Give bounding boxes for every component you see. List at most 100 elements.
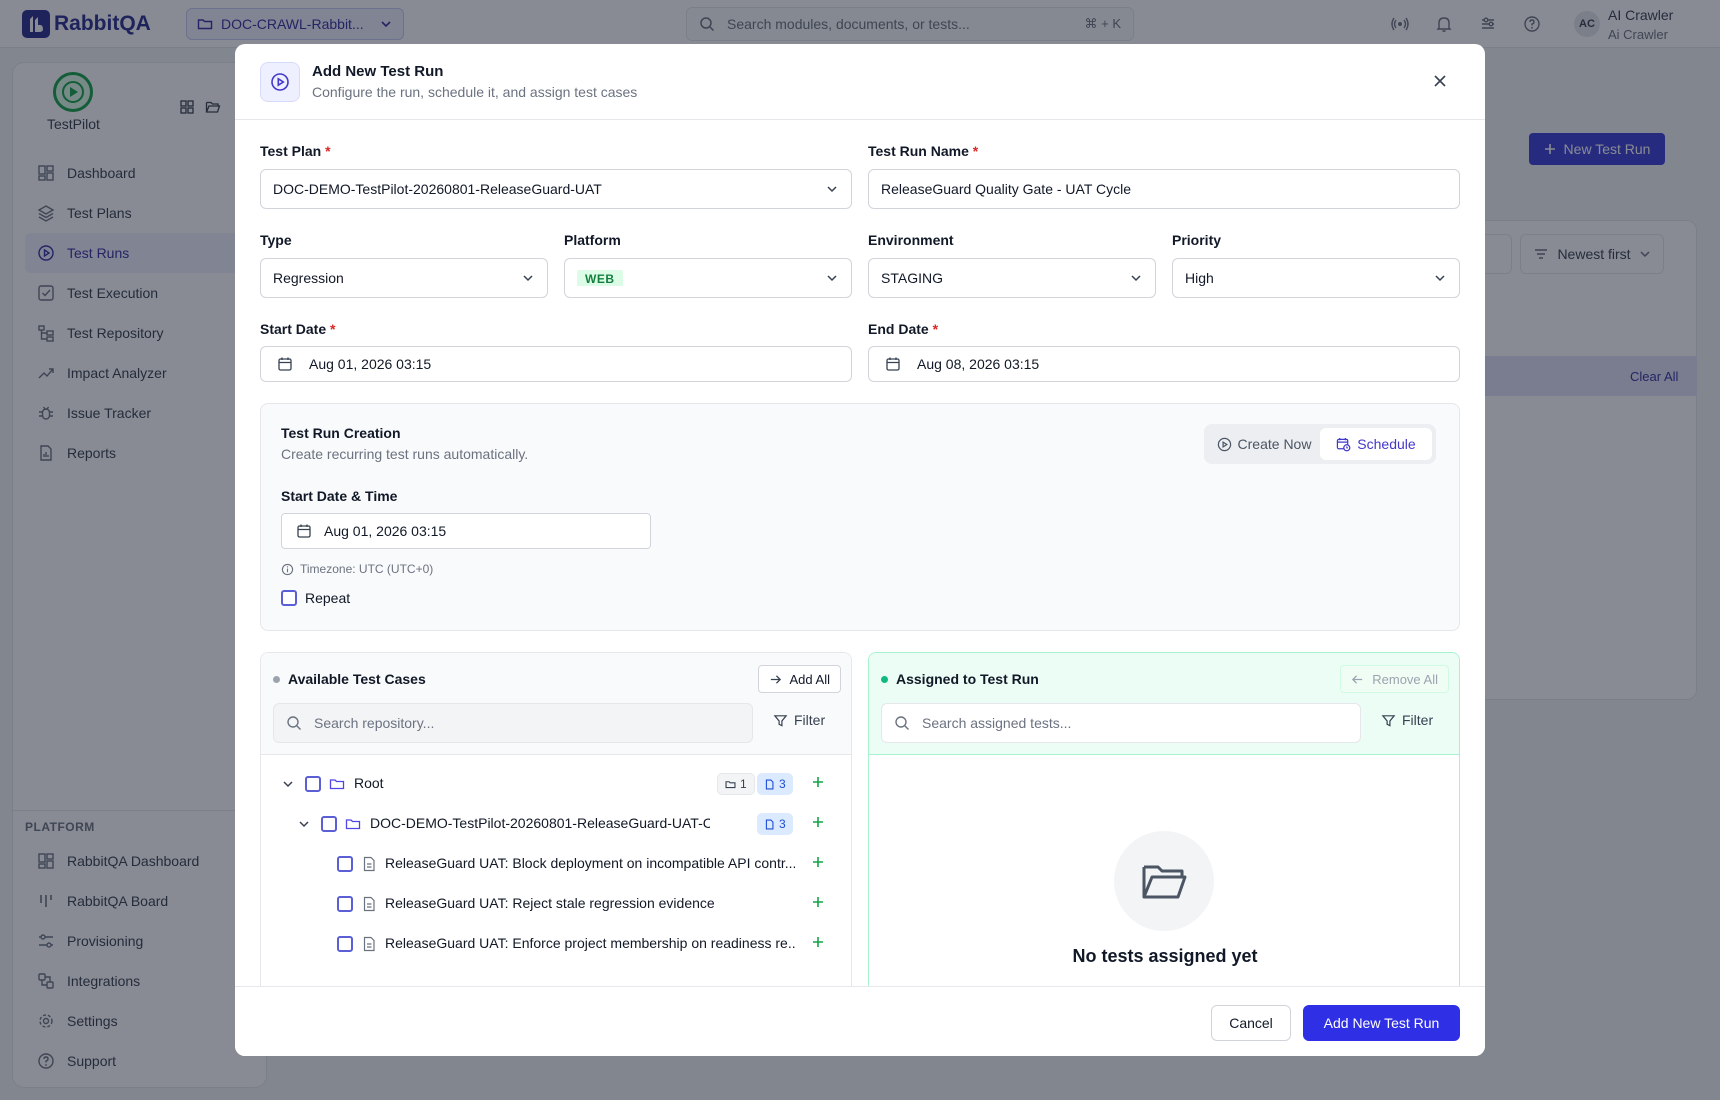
- test-case-name: ReleaseGuard UAT: Block deployment on in…: [385, 855, 795, 871]
- available-panel-header: Available Test Cases Add All Search repo…: [261, 653, 851, 755]
- available-test-cases-panel: Available Test Cases Add All Search repo…: [260, 652, 852, 1002]
- chevron-down-icon[interactable]: [281, 777, 295, 791]
- creation-mode-toggle: Create Now Schedule: [1204, 424, 1436, 464]
- datetime-label: Start Date & Time: [281, 488, 398, 504]
- folder-icon: [725, 780, 736, 788]
- add-all-button[interactable]: Add All: [757, 665, 841, 693]
- creation-title: Test Run Creation: [281, 425, 401, 441]
- root-checkbox[interactable]: [305, 776, 321, 792]
- repeat-option[interactable]: Repeat: [281, 590, 350, 606]
- repository-search-placeholder: Search repository...: [314, 715, 435, 731]
- end-date-input[interactable]: Aug 08, 2026 03:15: [868, 346, 1460, 382]
- search-icon: [894, 715, 910, 731]
- type-select[interactable]: Regression: [260, 258, 548, 298]
- priority-value: High: [1185, 270, 1214, 286]
- test-case-checkbox[interactable]: [337, 896, 353, 912]
- folder-name: DOC-DEMO-TestPilot-20260801-ReleaseGuard…: [370, 815, 710, 831]
- assigned-filter-button[interactable]: Filter: [1381, 712, 1433, 728]
- repository-search-input[interactable]: Search repository...: [273, 703, 753, 743]
- schedule-label: Schedule: [1357, 436, 1416, 452]
- available-filter-button[interactable]: Filter: [773, 712, 825, 728]
- calendar-icon: [296, 523, 312, 539]
- arrow-right-icon: [769, 673, 782, 686]
- type-value: Regression: [273, 270, 344, 286]
- document-icon: [361, 936, 377, 952]
- modal-header: Add New Test Run Configure the run, sche…: [235, 44, 1485, 120]
- plus-icon[interactable]: [811, 855, 825, 869]
- filter-label: Filter: [794, 712, 826, 728]
- timezone-note: Timezone: UTC (UTC+0): [281, 562, 433, 576]
- chevron-down-icon: [825, 271, 839, 285]
- plus-icon[interactable]: [811, 895, 825, 909]
- test-case-name: ReleaseGuard UAT: Reject stale regressio…: [385, 895, 715, 911]
- empty-folder-icon: [1114, 831, 1214, 931]
- tree-row-root[interactable]: Root 1 3: [261, 766, 851, 802]
- assigned-test-run-panel: Assigned to Test Run Remove All Search a…: [868, 652, 1460, 1002]
- platform-badge: WEB: [577, 270, 623, 286]
- assigned-search-input[interactable]: Search assigned tests...: [881, 703, 1361, 743]
- plus-icon[interactable]: [811, 815, 825, 829]
- platform-label: Platform: [564, 232, 621, 248]
- arrow-left-icon: [1351, 673, 1364, 686]
- folder-checkbox[interactable]: [321, 816, 337, 832]
- close-icon[interactable]: [1430, 71, 1450, 91]
- priority-select[interactable]: High: [1172, 258, 1460, 298]
- datetime-value: Aug 01, 2026 03:15: [324, 523, 447, 539]
- test-case-checkbox[interactable]: [337, 936, 353, 952]
- creation-subtitle: Create recurring test runs automatically…: [281, 446, 529, 462]
- calendar-icon: [885, 356, 901, 372]
- run-name-input[interactable]: ReleaseGuard Quality Gate - UAT Cycle: [868, 169, 1460, 209]
- start-date-input[interactable]: Aug 01, 2026 03:15: [260, 346, 852, 382]
- add-new-test-run-button[interactable]: Add New Test Run: [1303, 1005, 1460, 1041]
- chevron-down-icon: [1129, 271, 1143, 285]
- root-name: Root: [354, 775, 384, 791]
- folder-test-count: 3: [757, 813, 793, 835]
- create-now-button[interactable]: Create Now: [1208, 428, 1320, 460]
- platform-select[interactable]: WEB: [564, 258, 852, 298]
- chevron-down-icon[interactable]: [297, 817, 311, 831]
- test-case-checkbox[interactable]: [337, 856, 353, 872]
- test-plan-select[interactable]: DOC-DEMO-TestPilot-20260801-ReleaseGuard…: [260, 169, 852, 209]
- status-dot: [273, 675, 280, 683]
- available-title: Available Test Cases: [273, 671, 426, 687]
- document-icon: [765, 818, 774, 830]
- filter-icon: [1381, 713, 1396, 728]
- start-date-value: Aug 01, 2026 03:15: [309, 356, 432, 372]
- calendar-clock-icon: [1336, 437, 1351, 452]
- folder-icon: [329, 776, 345, 792]
- search-icon: [286, 715, 302, 731]
- assigned-panel-header: Assigned to Test Run Remove All Search a…: [869, 653, 1459, 755]
- test-case-row[interactable]: ReleaseGuard UAT: Reject stale regressio…: [261, 886, 851, 922]
- test-run-creation-section: Test Run Creation Create recurring test …: [260, 403, 1460, 631]
- play-circle-icon: [260, 62, 300, 102]
- repeat-checkbox[interactable]: [281, 590, 297, 606]
- schedule-datetime-input[interactable]: Aug 01, 2026 03:15: [281, 513, 651, 549]
- test-case-row[interactable]: ReleaseGuard UAT: Block deployment on in…: [261, 846, 851, 882]
- test-case-row[interactable]: ReleaseGuard UAT: Enforce project member…: [261, 926, 851, 962]
- document-icon: [361, 896, 377, 912]
- end-date-label: End Date *: [868, 321, 939, 337]
- info-icon: [281, 563, 294, 576]
- modal-footer: Cancel Add New Test Run: [235, 986, 1485, 1056]
- document-icon: [361, 856, 377, 872]
- environment-select[interactable]: STAGING: [868, 258, 1156, 298]
- chevron-down-icon: [1433, 271, 1447, 285]
- schedule-button[interactable]: Schedule: [1320, 428, 1432, 460]
- create-now-label: Create Now: [1237, 436, 1312, 452]
- empty-state-text: No tests assigned yet: [1072, 946, 1258, 966]
- plus-icon[interactable]: [811, 775, 825, 789]
- plus-icon[interactable]: [811, 935, 825, 949]
- status-dot: [881, 675, 888, 683]
- chevron-down-icon: [521, 271, 535, 285]
- test-plan-label: Test Plan *: [260, 143, 331, 159]
- calendar-icon: [277, 356, 293, 372]
- repeat-label: Repeat: [305, 590, 351, 606]
- type-label: Type: [260, 232, 292, 248]
- cancel-button[interactable]: Cancel: [1211, 1005, 1291, 1041]
- play-circle-icon: [1217, 437, 1232, 452]
- test-case-name: ReleaseGuard UAT: Enforce project member…: [385, 935, 795, 951]
- remove-all-button[interactable]: Remove All: [1340, 665, 1449, 693]
- run-name-label: Test Run Name *: [868, 143, 979, 159]
- tree-row-folder[interactable]: DOC-DEMO-TestPilot-20260801-ReleaseGuard…: [261, 806, 851, 842]
- end-date-value: Aug 08, 2026 03:15: [917, 356, 1040, 372]
